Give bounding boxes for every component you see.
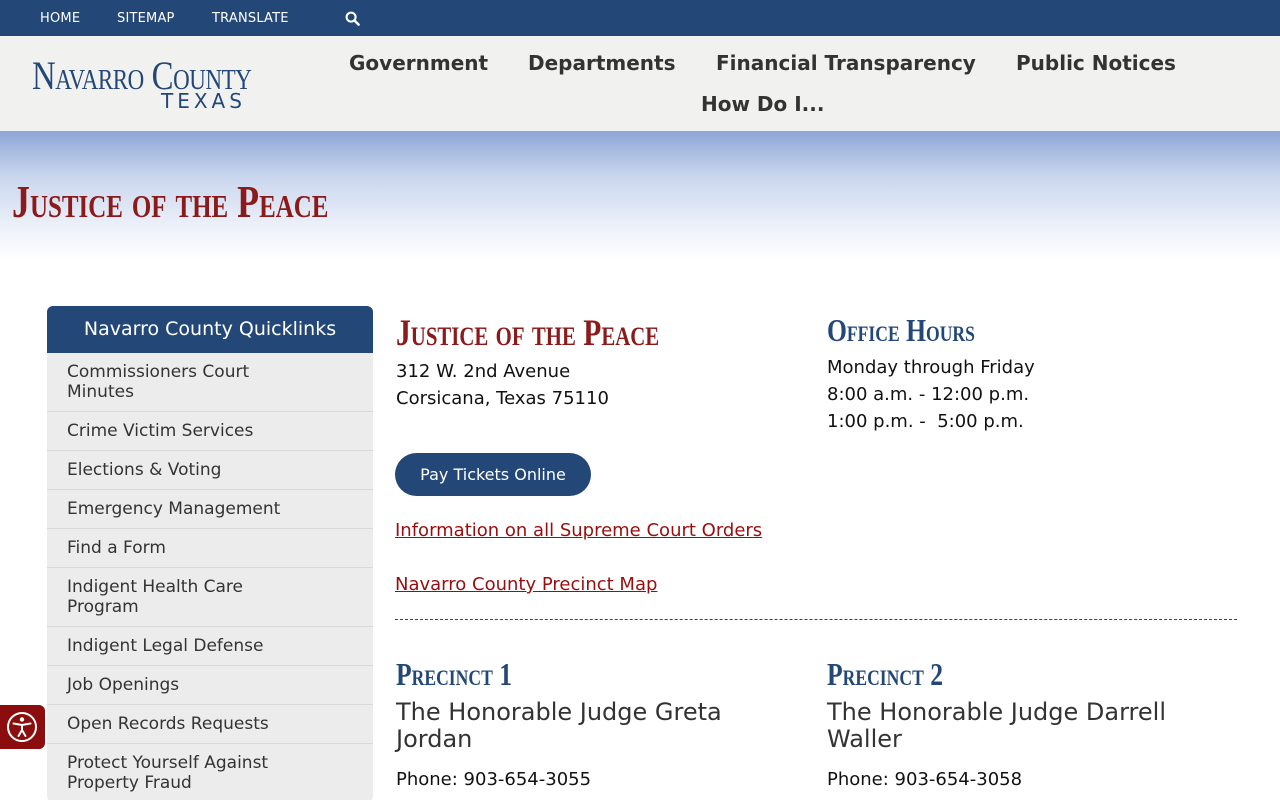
quicklink-item[interactable]: Crime Victim Services (47, 412, 373, 451)
quicklinks-sidebar: Navarro County Quicklinks Commissioners … (47, 306, 373, 800)
precinct-1-phone: Phone: 903-654-3055 (396, 769, 592, 790)
county-logo[interactable]: Navarro County TEXAS (32, 56, 252, 116)
logo-state: TEXAS (161, 89, 246, 113)
sitemap-link[interactable]: SITEMAP (117, 11, 175, 26)
quicklink-item[interactable]: Find a Form (47, 529, 373, 568)
quicklink-item[interactable]: Emergency Management (47, 490, 373, 529)
quicklink-item[interactable]: Open Records Requests (47, 705, 373, 744)
precinct-1-title: Precinct 1 (396, 656, 513, 692)
site-header: Navarro County TEXAS Government Departme… (0, 36, 1280, 131)
nav-how-do-i[interactable]: How Do I... (701, 92, 824, 116)
precinct-2-title: Precinct 2 (827, 656, 944, 692)
hours-afternoon: 1:00 p.m. - 5:00 p.m. (827, 411, 1024, 432)
quicklink-item[interactable]: Protect Yourself Against Property Fraud (47, 744, 373, 800)
office-hours-title: Office Hours (827, 312, 975, 348)
pay-tickets-button[interactable]: Pay Tickets Online (395, 453, 591, 496)
section-divider (395, 619, 1237, 620)
nav-financial-transparency[interactable]: Financial Transparency (716, 51, 976, 75)
nav-public-notices[interactable]: Public Notices (1016, 51, 1176, 75)
quicklinks-heading: Navarro County Quicklinks (47, 306, 373, 353)
hours-morning: 8:00 a.m. - 12:00 p.m. (827, 384, 1030, 405)
quicklink-item[interactable]: Elections & Voting (47, 451, 373, 490)
office-title: Justice of the Peace (396, 313, 660, 354)
supreme-court-orders-link[interactable]: Information on all Supreme Court Orders (395, 520, 762, 541)
utility-bar: HOME SITEMAP TRANSLATE (0, 0, 1280, 36)
hours-days: Monday through Friday (827, 357, 1035, 378)
precinct-map-link[interactable]: Navarro County Precinct Map (395, 574, 657, 595)
quicklinks-list: Commissioners Court Minutes Crime Victim… (47, 353, 373, 800)
quicklink-item[interactable]: Indigent Legal Defense (47, 627, 373, 666)
precinct-2-phone: Phone: 903-654-3058 (827, 769, 1023, 790)
home-link[interactable]: HOME (40, 11, 80, 26)
address-line1: 312 W. 2nd Avenue (396, 361, 571, 382)
address-line2: Corsicana, Texas 75110 (396, 388, 609, 409)
quicklink-item[interactable]: Indigent Health Care Program (47, 568, 373, 627)
accessibility-button[interactable] (0, 705, 45, 749)
precinct-1-judge: The Honorable Judge Greta Jordan (396, 698, 722, 753)
page-title: Justice of the Peace (12, 176, 329, 227)
nav-government[interactable]: Government (349, 51, 488, 75)
search-icon[interactable] (345, 11, 360, 26)
quicklink-item[interactable]: Commissioners Court Minutes (47, 353, 373, 412)
nav-departments[interactable]: Departments (528, 51, 676, 75)
accessibility-icon (7, 712, 37, 742)
precinct-2-judge: The Honorable Judge Darrell Waller (827, 698, 1166, 753)
translate-link[interactable]: TRANSLATE (212, 11, 289, 26)
quicklink-item[interactable]: Job Openings (47, 666, 373, 705)
